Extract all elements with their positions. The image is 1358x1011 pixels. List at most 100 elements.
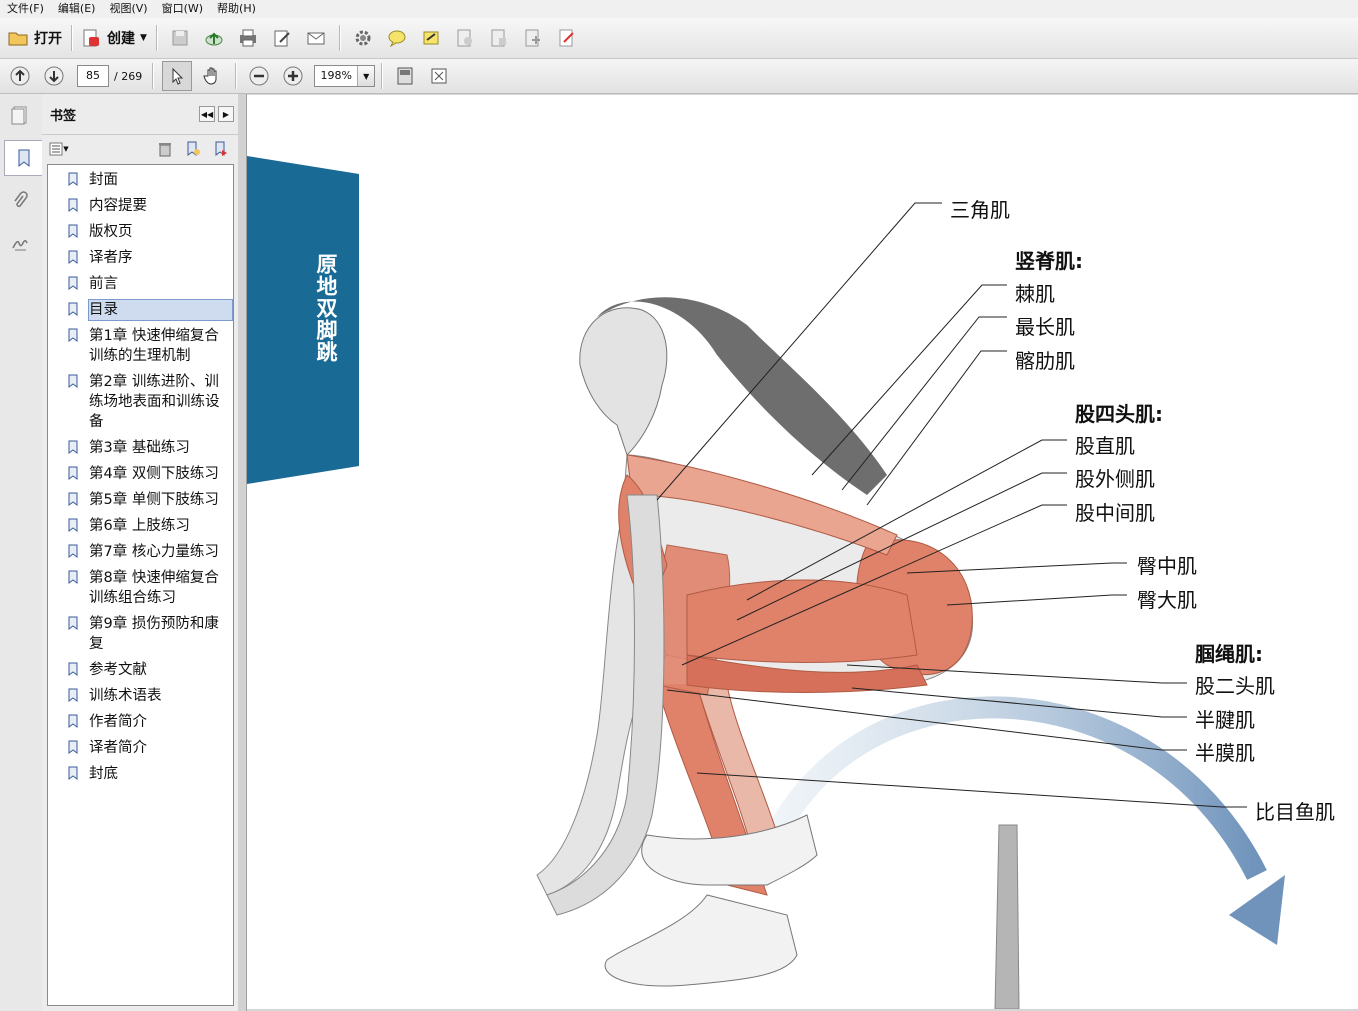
fit-width-button[interactable] bbox=[425, 62, 453, 90]
separator bbox=[338, 25, 340, 51]
bookmark-item[interactable]: 译者序 bbox=[48, 248, 233, 268]
bookmark-icon bbox=[18, 149, 30, 168]
highlight-button[interactable] bbox=[417, 24, 445, 52]
edit-button[interactable] bbox=[268, 24, 296, 52]
sign-button[interactable] bbox=[553, 24, 581, 52]
bookmark-icon bbox=[68, 374, 78, 388]
expand-panel-icon[interactable]: ▶ bbox=[218, 106, 234, 122]
cloud-upload-icon bbox=[205, 32, 223, 46]
cursor-icon bbox=[172, 67, 184, 85]
separator bbox=[235, 63, 237, 89]
bookmark-icon bbox=[68, 492, 78, 506]
bookmark-item[interactable]: 第9章 损伤预防和康复 bbox=[48, 614, 233, 654]
select-tool-button[interactable] bbox=[162, 61, 193, 91]
bookmark-item[interactable]: 第1章 快速伸缩复合训练的生理机制 bbox=[48, 326, 233, 366]
bookmark-item[interactable]: 封底 bbox=[48, 764, 233, 784]
envelope-icon bbox=[307, 32, 325, 45]
bookmark-icon bbox=[68, 276, 78, 290]
label-gluteus-maximus: 臀大肌 bbox=[1137, 588, 1197, 612]
label-biceps-femoris: 股二头肌 bbox=[1195, 674, 1275, 698]
menu-bar: 文件(F) 编辑(E) 视图(V) 窗口(W) 帮助(H) bbox=[0, 0, 1358, 19]
bookmark-arrow-icon bbox=[215, 141, 227, 156]
bookmark-options-button[interactable]: ▼ bbox=[46, 135, 72, 163]
bookmark-item[interactable]: 译者简介 bbox=[48, 738, 233, 758]
prev-page-button[interactable] bbox=[6, 62, 34, 90]
bookmark-item[interactable]: 第2章 训练进阶、训练场地表面和训练设备 bbox=[48, 372, 233, 432]
bookmark-item[interactable]: 作者简介 bbox=[48, 712, 233, 732]
bookmarks-panel-button[interactable] bbox=[4, 140, 43, 176]
save-button[interactable] bbox=[166, 24, 194, 52]
open-button[interactable]: 打开 bbox=[8, 24, 62, 52]
bookmark-item[interactable]: 第8章 快速伸缩复合训练组合练习 bbox=[48, 568, 233, 608]
bookmark-item[interactable]: 第6章 上肢练习 bbox=[48, 516, 233, 536]
bookmark-item-selected[interactable]: 目录 bbox=[48, 299, 233, 321]
trash-icon bbox=[159, 143, 171, 157]
bookmark-icon bbox=[68, 328, 78, 342]
menu-window[interactable]: 窗口(W) bbox=[155, 0, 210, 18]
minus-icon bbox=[249, 66, 269, 86]
settings-button[interactable] bbox=[349, 24, 377, 52]
bookmark-icon bbox=[68, 466, 78, 480]
gear-icon bbox=[355, 30, 371, 46]
folder-icon bbox=[8, 32, 28, 46]
email-button[interactable] bbox=[302, 24, 330, 52]
label-hamstrings: 腘绳肌: bbox=[1195, 642, 1263, 666]
label-quadriceps: 股四头肌: bbox=[1075, 402, 1163, 426]
secure-button[interactable] bbox=[485, 24, 513, 52]
bookmark-item[interactable]: 版权页 bbox=[48, 222, 233, 242]
plus-icon bbox=[283, 66, 303, 86]
menu-view[interactable]: 视图(V) bbox=[102, 0, 154, 18]
form-button[interactable] bbox=[451, 24, 479, 52]
fit-page-button[interactable] bbox=[391, 62, 419, 90]
label-spinalis: 棘肌 bbox=[1015, 282, 1055, 306]
navigation-toolbar: 85 / 269 198% ▼ bbox=[0, 59, 1358, 94]
bookmark-icon bbox=[68, 198, 78, 212]
collapse-panel-icon[interactable]: ◀◀ bbox=[199, 106, 215, 122]
signatures-panel-button[interactable] bbox=[5, 226, 35, 260]
page-total: / 269 bbox=[114, 69, 143, 83]
zoom-select[interactable]: 198% ▼ bbox=[314, 65, 376, 87]
bookmark-icon bbox=[68, 616, 78, 630]
bookmark-item[interactable]: 第4章 双侧下肢练习 bbox=[48, 464, 233, 484]
bookmark-item[interactable]: 训练术语表 bbox=[48, 686, 233, 706]
navigation-rail bbox=[0, 94, 43, 1011]
menu-edit[interactable]: 编辑(E) bbox=[51, 0, 103, 18]
document-page: 原地双脚跳 三角肌 竖脊肌: 棘肌 最长肌 髂肋肌 股四头肌: 股直肌 股外侧肌… bbox=[247, 95, 1358, 1009]
menu-help[interactable]: 帮助(H) bbox=[210, 0, 263, 18]
zoom-in-button[interactable] bbox=[279, 62, 307, 90]
menu-file[interactable]: 文件(F) bbox=[0, 0, 51, 18]
separator bbox=[71, 25, 72, 51]
delete-bookmark-button[interactable] bbox=[154, 135, 176, 163]
bookmark-item[interactable]: 内容提要 bbox=[48, 196, 233, 216]
attachments-panel-button[interactable] bbox=[5, 184, 35, 218]
main-toolbar: 打开 创建 ▼ bbox=[0, 18, 1358, 59]
new-bookmark-button[interactable] bbox=[182, 135, 204, 163]
comment-button[interactable] bbox=[383, 24, 411, 52]
hand-tool-button[interactable] bbox=[198, 62, 226, 90]
zoom-out-button[interactable] bbox=[245, 62, 273, 90]
pages-panel-button[interactable] bbox=[5, 98, 35, 132]
create-button[interactable]: 创建 ▼ bbox=[81, 24, 147, 52]
separator bbox=[381, 63, 383, 89]
label-gluteus-medius: 臀中肌 bbox=[1137, 554, 1197, 578]
upload-button[interactable] bbox=[200, 24, 228, 52]
bookmark-item[interactable]: 封面 bbox=[48, 170, 233, 190]
print-button[interactable] bbox=[234, 24, 262, 52]
expand-bookmark-button[interactable] bbox=[210, 135, 232, 163]
bookmark-item[interactable]: 第3章 基础练习 bbox=[48, 438, 233, 458]
panel-splitter[interactable] bbox=[238, 94, 247, 1011]
chevron-down-icon[interactable]: ▼ bbox=[357, 66, 375, 86]
sign-icon bbox=[559, 29, 574, 47]
arrow-up-icon bbox=[10, 66, 30, 86]
bookmark-item[interactable]: 前言 bbox=[48, 274, 233, 294]
bookmark-item[interactable]: 第7章 核心力量练习 bbox=[48, 542, 233, 562]
page-number-input[interactable]: 85 bbox=[77, 65, 109, 87]
bookmarks-toolbar: ▼ bbox=[42, 134, 238, 163]
next-page-button[interactable] bbox=[40, 62, 68, 90]
jump-arrowhead bbox=[1229, 875, 1285, 945]
bookmark-item[interactable]: 第5章 单侧下肢练习 bbox=[48, 490, 233, 510]
review-button[interactable] bbox=[519, 24, 547, 52]
bookmark-item[interactable]: 参考文献 bbox=[48, 660, 233, 680]
arrow-down-icon bbox=[44, 66, 64, 86]
hand-icon bbox=[203, 67, 217, 85]
